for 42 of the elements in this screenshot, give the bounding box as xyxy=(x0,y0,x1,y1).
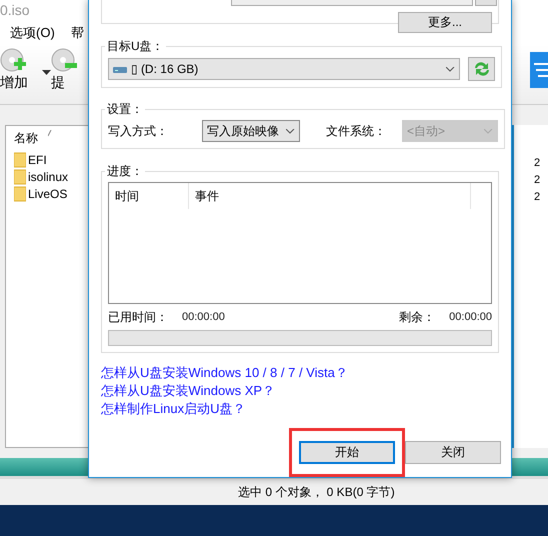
sort-icon xyxy=(48,130,52,137)
refresh-button[interactable] xyxy=(468,57,495,81)
chevron-icon xyxy=(446,66,455,72)
menu-item[interactable]: 选项(O) xyxy=(10,24,55,42)
chevron-icon xyxy=(286,128,295,134)
date-cell-text: 2 xyxy=(534,156,542,171)
column-header[interactable]: 名称 xyxy=(14,130,38,147)
group-label: 目标U盘： xyxy=(106,38,165,55)
start-button[interactable]: 开始 xyxy=(299,441,395,464)
toolbar-label[interactable]: 提 xyxy=(51,74,65,92)
folder-icon xyxy=(14,186,26,202)
toolbar-label[interactable]: 增加 xyxy=(0,74,28,92)
group-label: 设置： xyxy=(106,101,144,118)
folder-icon xyxy=(14,168,26,184)
caret-icon[interactable] xyxy=(42,70,51,75)
folder-icon xyxy=(14,152,26,168)
date-cell-text: 2 xyxy=(534,190,542,205)
column-header: 时间 xyxy=(109,183,189,209)
status-text: 选中 0 个对象， 0 KB(0 字节) xyxy=(238,484,395,500)
remaining-label: 剩余： xyxy=(399,308,436,326)
elapsed-time: 00:00:00 xyxy=(182,311,225,323)
elapsed-label: 已用时间： xyxy=(108,308,168,326)
remaining-time: 00:00:00 xyxy=(449,311,492,323)
file-name[interactable]: LiveOS xyxy=(28,186,68,200)
help-link[interactable]: 怎样从U盘安装Windows 10 / 8 / 7 / Vista？ xyxy=(101,364,348,382)
close-button[interactable]: 关闭 xyxy=(405,441,501,464)
write-mode-dropdown[interactable]: 写入原始映像 xyxy=(202,120,300,142)
drive-dropdown[interactable]: ▯ (D: 16 GB) xyxy=(108,58,460,80)
drive-icon xyxy=(113,64,127,74)
help-link[interactable]: 怎样制作Linux启动U盘？ xyxy=(101,400,246,418)
file-name[interactable]: EFI xyxy=(28,152,47,166)
more-button[interactable]: 更多... xyxy=(398,12,492,33)
chevron-icon xyxy=(484,128,493,134)
field-label: 写入方式： xyxy=(108,122,169,140)
group-label: 进度： xyxy=(106,163,144,180)
file-name[interactable]: isolinux xyxy=(28,170,68,184)
menu-item[interactable]: 帮 xyxy=(70,24,84,42)
field-label: 文件系统： xyxy=(326,122,387,140)
help-link[interactable]: 怎样从U盘安装Windows XP？ xyxy=(101,382,276,400)
date-cell-text: 2 xyxy=(534,173,542,188)
column-header: 事件 xyxy=(189,183,471,209)
disc-add-icon[interactable] xyxy=(0,48,26,74)
